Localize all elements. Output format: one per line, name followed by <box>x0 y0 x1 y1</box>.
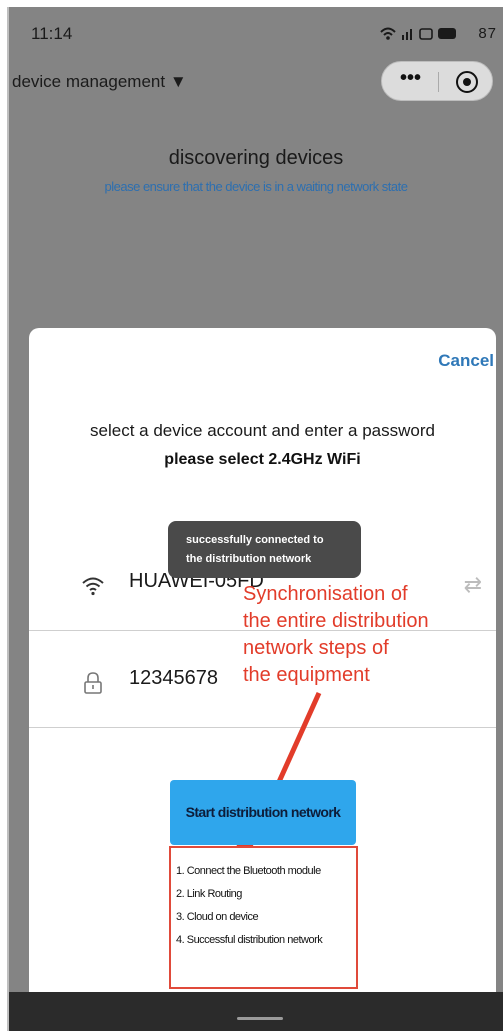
nav-bar: device management ▼ ••• <box>9 59 503 103</box>
cancel-button[interactable]: Cancel <box>438 351 494 371</box>
annotation-text: Synchronisation of the entire distributi… <box>243 581 503 689</box>
annotation-line: network steps of <box>243 637 389 659</box>
step-item: 4. Successful distribution network <box>176 934 323 946</box>
home-indicator[interactable] <box>237 1017 283 1020</box>
lock-icon <box>84 672 102 694</box>
battery-level: 87 <box>478 25 497 42</box>
status-icons: 87 <box>378 24 497 46</box>
toast-line: the distribution network <box>186 553 312 565</box>
password-field[interactable]: 12345678 <box>129 667 218 690</box>
toast-line: successfully connected to <box>186 534 324 546</box>
mini-program-capsule: ••• <box>381 61 493 101</box>
discover-subtitle: please ensure that the device is in a wa… <box>104 179 408 194</box>
modal-title: select a device account and enter a pass… <box>90 421 435 440</box>
discover-title: discovering devices <box>168 147 344 169</box>
app-frame: 11:14 87 device management ▼ ••• discove… <box>7 7 503 1031</box>
wifi-config-modal: Cancel select a device account and enter… <box>29 328 496 998</box>
target-icon[interactable] <box>456 71 478 93</box>
annotation-line: the entire distribution <box>243 610 429 632</box>
annotation-line: Synchronisation of <box>243 583 408 605</box>
success-toast: successfully connected to the distributi… <box>168 521 361 578</box>
step-item: 2. Link Routing <box>176 888 242 900</box>
signal-battery-icon <box>380 27 457 40</box>
system-nav-bar <box>9 992 503 1031</box>
status-time: 11:14 <box>31 24 73 43</box>
more-dots-icon[interactable]: ••• <box>400 67 421 90</box>
start-distribution-button[interactable]: Start distribution network <box>170 780 356 845</box>
device-management-dropdown[interactable]: device management ▼ <box>12 72 187 92</box>
annotation-line: the equipment <box>243 664 370 686</box>
capsule-divider <box>438 72 439 92</box>
status-bar: 11:14 87 <box>9 7 503 59</box>
distribution-steps-box: 1. Connect the Bluetooth module 2. Link … <box>169 846 358 989</box>
step-item: 1. Connect the Bluetooth module <box>176 865 321 877</box>
modal-subtitle: please select 2.4GHz WiFi <box>164 451 361 468</box>
wifi-icon <box>82 577 104 596</box>
step-item: 3. Cloud on device <box>176 911 259 923</box>
